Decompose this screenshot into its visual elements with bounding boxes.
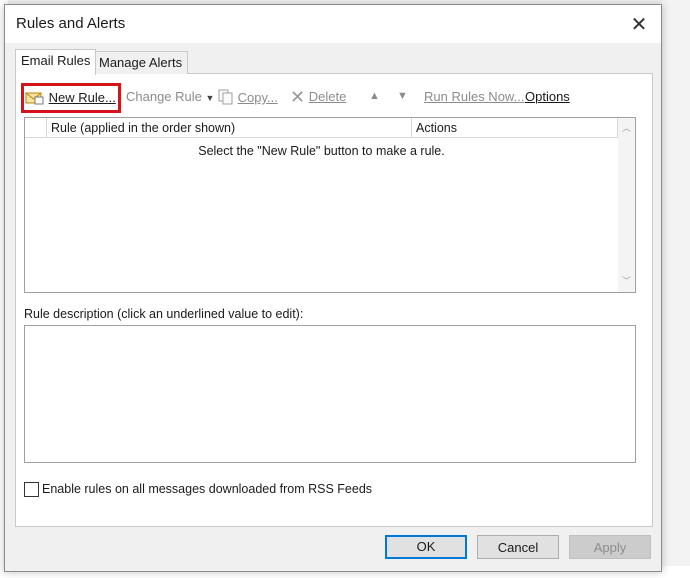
run-rules-now-label: Run Rules Now...: [424, 89, 525, 104]
change-rule-button[interactable]: Change Rule ▼: [126, 89, 214, 104]
dialog-title: Rules and Alerts: [16, 15, 126, 32]
change-rule-label: Change Rule: [126, 89, 202, 104]
move-up-button[interactable]: ▲: [369, 90, 380, 102]
triangle-up-icon: ▲: [369, 90, 380, 102]
rss-checkbox[interactable]: [24, 482, 39, 497]
close-icon: ✕: [630, 14, 648, 36]
rss-checkbox-label[interactable]: Enable rules on all messages downloaded …: [42, 482, 372, 496]
close-button[interactable]: ✕: [627, 13, 651, 37]
rules-list[interactable]: Rule (applied in the order shown) Action…: [24, 117, 636, 293]
options-button[interactable]: Options: [525, 89, 570, 104]
triangle-down-icon: ▼: [397, 90, 408, 102]
empty-rules-message: Select the "New Rule" button to make a r…: [198, 144, 445, 158]
rule-description-box[interactable]: [24, 325, 636, 463]
apply-button[interactable]: Apply: [569, 535, 651, 559]
tab-manage-alerts[interactable]: Manage Alerts: [93, 51, 189, 74]
rules-list-scrollbar[interactable]: ︿ ﹀: [618, 118, 635, 292]
delete-icon: ✕: [290, 87, 306, 108]
options-label: Options: [525, 89, 570, 104]
rule-description-label: Rule description (click an underlined va…: [24, 307, 304, 321]
new-rule-highlight: [21, 83, 121, 113]
delete-button[interactable]: ✕ Delete: [290, 87, 347, 108]
run-rules-now-button[interactable]: Run Rules Now...: [424, 89, 524, 104]
column-header-actions[interactable]: Actions: [412, 118, 618, 138]
scroll-down-icon[interactable]: ﹀: [618, 273, 635, 290]
move-down-button[interactable]: ▼: [397, 90, 408, 102]
ok-button[interactable]: OK: [385, 535, 467, 559]
delete-label: Delete: [308, 89, 347, 104]
rules-and-alerts-dialog: Rules and Alerts ✕ Email Rules Manage Al…: [4, 4, 662, 572]
chevron-down-icon: ▼: [205, 93, 215, 103]
copy-label: Copy...: [237, 89, 278, 105]
copy-icon: [218, 89, 234, 108]
column-header-rule[interactable]: Rule (applied in the order shown): [47, 118, 412, 138]
cancel-button[interactable]: Cancel: [477, 535, 559, 559]
column-header-spacer: [25, 118, 47, 138]
tab-email-rules[interactable]: Email Rules: [15, 49, 97, 75]
scroll-up-icon[interactable]: ︿: [618, 120, 635, 137]
title-bar: Rules and Alerts ✕: [5, 5, 661, 43]
copy-button[interactable]: Copy...: [218, 89, 278, 108]
